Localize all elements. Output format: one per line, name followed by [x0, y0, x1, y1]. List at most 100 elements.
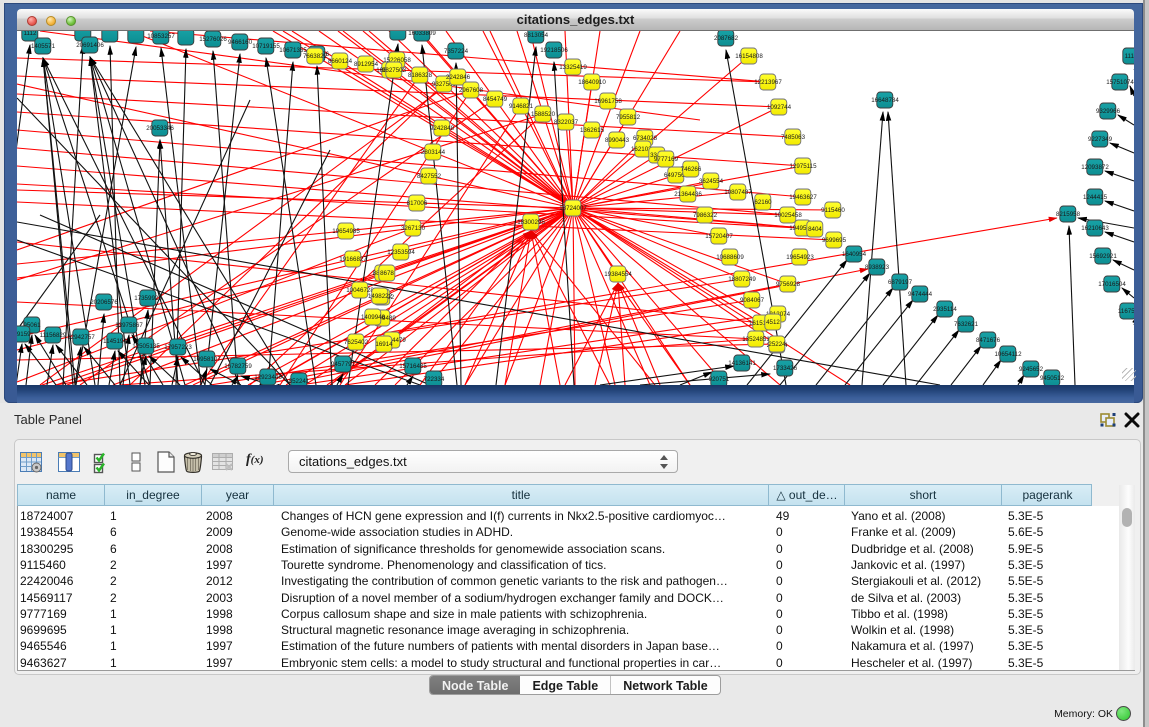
svg-text:2967608: 2967608	[459, 87, 484, 94]
svg-text:16961758: 16961758	[594, 98, 622, 105]
svg-text:19654985: 19654985	[332, 228, 360, 235]
svg-text:12923446: 12923446	[254, 374, 282, 381]
svg-text:4512: 4512	[766, 319, 780, 326]
svg-text:2935114: 2935114	[933, 306, 957, 313]
svg-text:16210643: 16210643	[1081, 225, 1109, 232]
svg-text:746266: 746266	[681, 166, 702, 173]
svg-text:20053346: 20053346	[146, 125, 174, 132]
svg-text:10719155: 10719155	[252, 43, 280, 50]
svg-text:2242846: 2242846	[446, 74, 471, 81]
svg-text:8215958: 8215958	[1056, 211, 1081, 218]
svg-text:8990443: 8990443	[605, 137, 630, 144]
svg-text:7632621: 7632621	[954, 321, 979, 328]
svg-text:15720407: 15720407	[705, 233, 733, 240]
svg-text:16033809: 16033809	[408, 31, 436, 37]
svg-text:13325419: 13325419	[559, 64, 587, 71]
svg-text:10654112: 10654112	[994, 351, 1022, 358]
svg-text:817006: 817006	[407, 200, 428, 207]
svg-text:18640910: 18640910	[578, 79, 606, 86]
svg-text:1640954: 1640954	[842, 251, 867, 258]
svg-text:19654923: 19654923	[786, 254, 814, 261]
svg-text:12942757: 12942757	[67, 334, 95, 341]
svg-text:852241: 852241	[289, 378, 310, 385]
svg-text:1733426: 1733426	[773, 365, 798, 372]
svg-text:9245652: 9245652	[1019, 366, 1044, 373]
svg-text:8660124: 8660124	[328, 58, 353, 65]
svg-text:12505135: 12505135	[132, 343, 160, 350]
svg-text:1112: 1112	[1125, 53, 1134, 60]
svg-text:7663822: 7663822	[303, 53, 328, 60]
svg-text:9329966: 9329966	[1096, 108, 1121, 115]
svg-text:8322037: 8322037	[554, 119, 579, 126]
svg-text:1498222: 1498222	[368, 293, 393, 300]
svg-text:722334: 722334	[424, 376, 445, 383]
svg-text:15276026: 15276026	[199, 36, 227, 43]
svg-text:8912954: 8912954	[354, 61, 379, 68]
svg-text:11156829: 11156829	[40, 332, 67, 339]
svg-text:16782759: 16782759	[224, 363, 252, 370]
svg-text:8186328: 8186328	[408, 72, 433, 79]
svg-text:10958107: 10958107	[193, 356, 221, 363]
svg-text:10807487: 10807487	[724, 189, 752, 196]
svg-text:1405571: 1405571	[31, 43, 56, 50]
svg-text:8938923: 8938923	[865, 264, 890, 271]
svg-text:9466160: 9466160	[228, 39, 253, 46]
svg-text:3267130: 3267130	[401, 225, 426, 232]
svg-text:7986322: 7986322	[693, 212, 718, 219]
svg-text:18300295: 18300295	[517, 219, 545, 226]
svg-text:8471676: 8471676	[976, 337, 1001, 344]
svg-text:20691406: 20691406	[76, 42, 104, 49]
svg-text:20206576: 20206576	[90, 299, 118, 306]
svg-text:1092744: 1092744	[767, 104, 792, 111]
svg-text:17016504: 17016504	[1098, 281, 1126, 288]
svg-text:12093872: 12093872	[1081, 164, 1109, 171]
svg-text:19384554: 19384554	[604, 271, 632, 278]
svg-text:920751: 920751	[709, 376, 730, 383]
svg-text:62160: 62160	[754, 199, 772, 206]
svg-text:10688609: 10688609	[716, 254, 744, 261]
svg-text:1244415: 1244415	[1083, 194, 1108, 201]
svg-text:8454749: 8454749	[483, 96, 508, 103]
svg-text:1588520: 1588520	[531, 111, 556, 118]
svg-text:10025458: 10025458	[774, 212, 802, 219]
svg-text:7485063: 7485063	[781, 134, 806, 141]
svg-text:7357224: 7357224	[444, 48, 469, 55]
svg-text:8404: 8404	[808, 226, 822, 233]
svg-text:15692921: 15692921	[1089, 253, 1117, 260]
svg-text:9474444: 9474444	[908, 291, 933, 298]
svg-text:8427552: 8427552	[417, 173, 442, 180]
svg-text:3624554: 3624554	[699, 178, 724, 185]
svg-text:9827503: 9827503	[382, 67, 407, 74]
svg-text:9457791: 9457791	[331, 361, 356, 368]
svg-text:1362615: 1362615	[580, 127, 605, 134]
svg-text:6879197: 6879197	[888, 279, 913, 286]
svg-text:12213967: 12213967	[754, 79, 782, 86]
svg-text:39159: 39159	[17, 331, 31, 338]
svg-text:7955812: 7955812	[616, 114, 641, 121]
svg-text:16914: 16914	[375, 341, 393, 348]
svg-text:19218506: 19218506	[540, 47, 568, 54]
svg-text:8678: 8678	[380, 270, 394, 277]
svg-text:15751074: 15751074	[1106, 79, 1134, 86]
svg-text:18724007: 18724007	[559, 205, 587, 212]
svg-text:15716485: 15716485	[399, 363, 427, 370]
svg-text:21364436: 21364436	[674, 191, 702, 198]
svg-text:12975115: 12975115	[789, 163, 817, 170]
svg-text:17957223: 17957223	[164, 344, 192, 351]
svg-text:9450512: 9450512	[1040, 375, 1065, 382]
svg-text:19166827: 19166827	[339, 256, 367, 263]
svg-text:17359928: 17359928	[134, 295, 162, 302]
svg-text:2803144: 2803144	[421, 149, 446, 156]
svg-text:1409948: 1409948	[361, 314, 386, 321]
svg-text:9146821: 9146821	[509, 103, 534, 110]
svg-text:9777169: 9777169	[654, 156, 679, 163]
svg-text:9227349: 9227349	[1088, 136, 1113, 143]
svg-text:7625402: 7625402	[344, 339, 369, 346]
svg-text:9756928: 9756928	[776, 281, 801, 288]
svg-text:25224: 25224	[768, 341, 786, 348]
svg-text:10853257: 10853257	[147, 33, 175, 40]
svg-text:14136141: 14136141	[728, 360, 756, 367]
svg-text:116753: 116753	[1118, 308, 1134, 315]
svg-text:9084067: 9084067	[740, 297, 765, 304]
svg-text:8813054: 8813054	[524, 32, 549, 39]
